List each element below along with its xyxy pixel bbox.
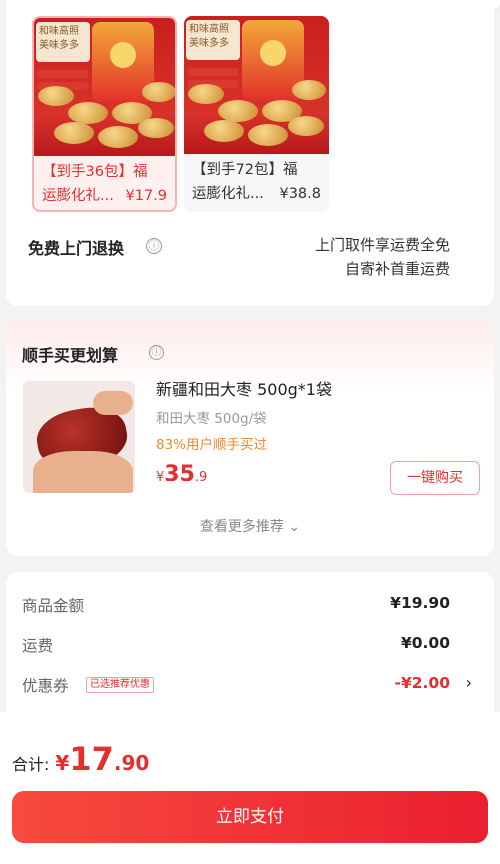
return-service-detail: 上门取件享运费全免 自寄补首重运费 (315, 233, 450, 281)
finger-shape (93, 391, 133, 415)
fee-summary-card: 商品金额 ¥19.90 运费 ¥0.00 优惠券 已选推荐优惠 -¥2.00 › (6, 572, 494, 732)
spec-title-line1: 【到手36包】福 (42, 164, 148, 180)
shipping-value: ¥0.00 (400, 634, 450, 652)
info-icon[interactable]: ⓘ (146, 238, 162, 254)
product-image: 和味高照 美味多多 (34, 18, 175, 156)
spec-title: 【到手72包】福 运膨化礼... ¥38.8 (184, 158, 329, 206)
spec-title-line2: 运膨化礼... (192, 186, 264, 202)
image-banner: 和味高照 美味多多 (36, 22, 90, 62)
view-more-recommend[interactable]: 查看更多推荐 ⌄ (6, 516, 494, 536)
shipping-row: 运费 ¥0.00 (22, 634, 478, 658)
recommend-product-stat: 83%用户顺手买过 (156, 437, 268, 453)
spec-price: ¥38.8 (279, 186, 321, 202)
spec-title-line1: 【到手72包】福 (192, 162, 298, 178)
image-banner: 和味高照 美味多多 (186, 20, 240, 60)
return-service-label: 免费上门退换 (28, 239, 125, 258)
spec-title-row2: 运膨化礼... ¥38.8 (192, 182, 321, 206)
coupon-row[interactable]: 优惠券 已选推荐优惠 -¥2.00 › (22, 673, 478, 698)
image-tag (188, 68, 238, 76)
coupon-badge: 已选推荐优惠 (86, 677, 154, 693)
goods-amount-row: 商品金额 ¥19.90 (22, 594, 478, 618)
total-label: 合计: (12, 755, 50, 774)
checkout-bar: 合计: ¥17.90 立即支付 (0, 712, 500, 864)
price-decimal: .9 (194, 470, 208, 485)
total-currency: ¥ (55, 751, 70, 775)
snack-bowl (98, 126, 138, 148)
recommend-product-price: ¥35.9 (156, 462, 207, 487)
shipping-label: 运费 (22, 637, 54, 655)
chevron-down-icon: ⌄ (288, 519, 301, 535)
recommend-product-image[interactable] (23, 381, 135, 493)
goods-amount-label: 商品金额 (22, 597, 85, 615)
recommend-product-name[interactable]: 新疆和田大枣 500g*1袋 (156, 376, 332, 400)
price-integer: 35 (164, 462, 195, 487)
coupon-value: -¥2.00 (394, 674, 450, 692)
snack-bowl (248, 124, 288, 146)
total-decimal: .90 (113, 751, 150, 775)
coupon-label: 优惠券 (22, 677, 69, 695)
spec-price: ¥17.9 (125, 188, 167, 204)
recommend-product-spec: 和田大枣 500g/袋 (156, 411, 267, 427)
snack-bowl (204, 120, 244, 142)
snack-bowl (138, 118, 174, 138)
one-click-buy-button[interactable]: 一键购买 (390, 461, 480, 495)
spec-option-36[interactable]: 和味高照 美味多多 【到手36包】福 运膨化礼... ¥17.9 (32, 16, 177, 212)
snack-bowl (218, 100, 258, 122)
snack-bowl (54, 122, 94, 144)
total-integer: 17 (69, 740, 114, 778)
goods-amount-value: ¥19.90 (390, 594, 450, 612)
return-detail-line2: 自寄补首重运费 (344, 260, 450, 278)
spec-title-line2: 运膨化礼... (42, 188, 114, 204)
spec-option-72[interactable]: 和味高照 美味多多 【到手72包】福 运膨化礼... ¥38.8 (184, 16, 329, 212)
spec-title-row2: 运膨化礼... ¥17.9 (42, 184, 167, 208)
snack-bowl (292, 80, 326, 100)
product-image: 和味高照 美味多多 (184, 16, 329, 154)
spec-card: 和味高照 美味多多 【到手36包】福 运膨化礼... ¥17.9 和味高照 美味… (6, 0, 494, 306)
spec-title: 【到手36包】福 运膨化礼... ¥17.9 (34, 160, 175, 208)
return-detail-line1: 上门取件享运费全免 (314, 236, 450, 254)
image-tag (38, 70, 88, 78)
view-more-label: 查看更多推荐 (199, 519, 284, 535)
total-amount: 合计: ¥17.90 (12, 740, 149, 778)
snack-bowl (142, 82, 175, 102)
mascot (260, 40, 286, 66)
recommend-title: 顺手买更划算 (22, 346, 119, 365)
pay-now-button[interactable]: 立即支付 (12, 791, 488, 843)
snack-bowl (38, 86, 74, 106)
snack-bowl (188, 84, 224, 104)
snack-bowl (68, 102, 108, 124)
snack-bowl (288, 116, 324, 136)
recommend-card: 顺手买更划算 ⓘ 新疆和田大枣 500g*1袋 和田大枣 500g/袋 83%用… (6, 320, 494, 556)
hand-shape (33, 451, 133, 493)
info-icon[interactable]: ⓘ (149, 345, 164, 360)
chevron-right-icon: › (465, 673, 472, 692)
mascot (110, 42, 136, 68)
